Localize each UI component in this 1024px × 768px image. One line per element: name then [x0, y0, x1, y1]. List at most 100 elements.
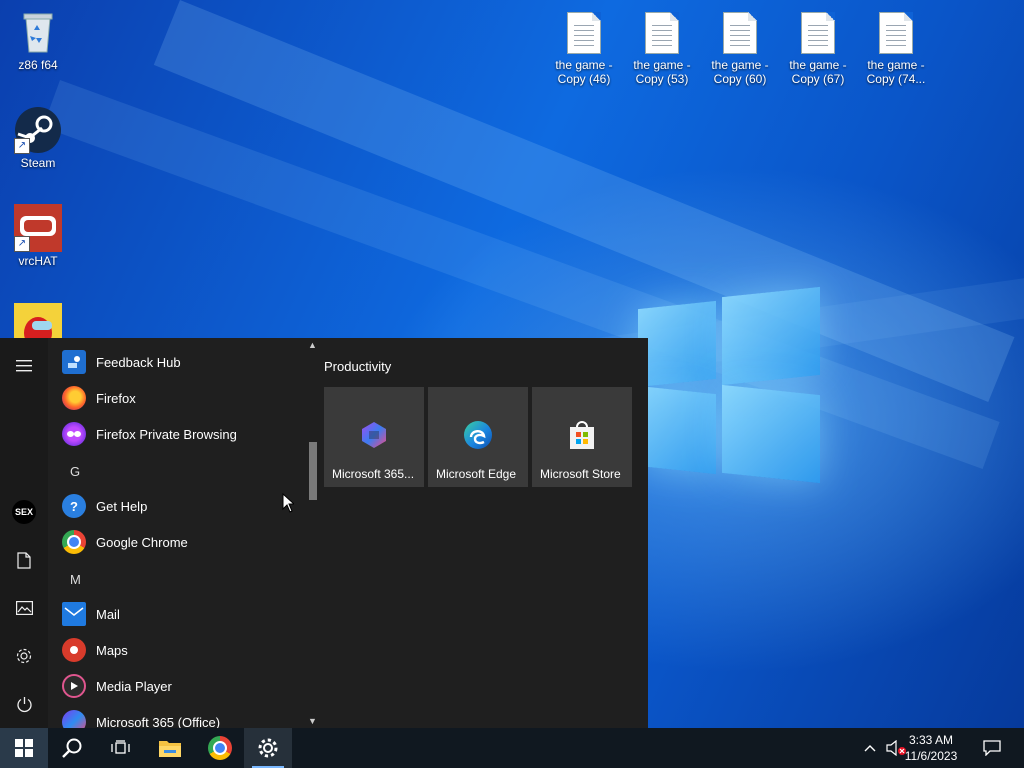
clock[interactable]: 3:33 AM 11/6/2023	[896, 732, 966, 764]
tile-label: Microsoft 365...	[332, 467, 415, 481]
search-icon	[62, 738, 82, 758]
shortcut-arrow-icon: ↗	[14, 236, 30, 252]
app-label: Feedback Hub	[96, 354, 181, 370]
text-file-icon	[645, 12, 679, 54]
store-icon	[566, 419, 598, 451]
clock-time: 3:33 AM	[908, 733, 954, 747]
desktop-icon-label: vrcHAT	[18, 254, 58, 268]
clock-date: 11/6/2023	[904, 749, 958, 763]
file-label-line1: the game -	[555, 58, 613, 72]
app-item-google-chrome[interactable]: Google Chrome	[62, 524, 302, 560]
app-list-scrollbar[interactable]: ▲ ▼	[306, 338, 320, 728]
text-file-icon	[801, 12, 835, 54]
app-item-get-help[interactable]: ? Get Help	[62, 488, 302, 524]
file-label-line2: Copy (53)	[635, 72, 689, 86]
user-account-button[interactable]: SEX	[0, 492, 48, 532]
show-hidden-icons-button[interactable]	[858, 728, 882, 768]
app-label: Google Chrome	[96, 534, 188, 550]
scroll-down-icon[interactable]: ▼	[308, 716, 317, 726]
file-explorer-button[interactable]	[146, 728, 194, 768]
section-letter-g[interactable]: G	[70, 464, 80, 479]
file-label-line1: the game -	[711, 58, 769, 72]
office-icon	[62, 710, 86, 728]
app-label: Mail	[96, 606, 120, 622]
text-file-icon	[879, 12, 913, 54]
get-help-icon: ?	[62, 494, 86, 518]
file-label-line1: the game -	[867, 58, 925, 72]
hamburger-icon	[16, 360, 32, 372]
folder-icon	[159, 741, 181, 757]
desktop-icon-steam[interactable]: ↗ Steam	[0, 106, 76, 170]
tile-microsoft-edge[interactable]: Microsoft Edge	[428, 387, 528, 487]
file-label-line2: Copy (60)	[713, 72, 767, 86]
power-icon	[16, 696, 32, 712]
app-label: Maps	[96, 642, 128, 658]
app-item-firefox-private[interactable]: Firefox Private Browsing	[62, 416, 302, 452]
expand-menu-button[interactable]	[0, 346, 48, 386]
section-letter-m[interactable]: M	[70, 572, 81, 587]
user-avatar: SEX	[12, 500, 36, 524]
media-player-icon	[62, 674, 86, 698]
settings-button[interactable]	[0, 636, 48, 676]
desktop-file[interactable]: the game - Copy (60)	[702, 8, 778, 86]
desktop-file[interactable]: the game - Copy (74...	[858, 8, 934, 86]
user-badge-text: SEX	[14, 507, 33, 517]
shortcut-arrow-icon: ↗	[14, 138, 30, 154]
file-label-line1: the game -	[633, 58, 691, 72]
chrome-icon	[208, 736, 232, 760]
taskbar: 3:33 AM 11/6/2023	[0, 728, 1024, 768]
recycle-bin-icon	[14, 8, 62, 56]
file-label-line2: Copy (46)	[557, 72, 611, 86]
search-button[interactable]	[48, 728, 96, 768]
app-list: Feedback Hub Firefox Firefox Private Bro…	[48, 338, 306, 728]
tile-microsoft-365[interactable]: Microsoft 365...	[324, 387, 424, 487]
desktop-icon-recycle-bin[interactable]: z86 f64	[0, 8, 76, 72]
scroll-thumb[interactable]	[309, 442, 317, 500]
task-view-icon	[111, 740, 130, 754]
file-label-line1: the game -	[789, 58, 847, 72]
task-view-button[interactable]	[96, 728, 144, 768]
notification-icon	[983, 740, 1001, 756]
vrchat-icon: ↗	[14, 204, 62, 252]
app-label: Firefox Private Browsing	[96, 426, 237, 442]
tile-group-title[interactable]: Productivity	[324, 359, 391, 374]
app-item-maps[interactable]: Maps	[62, 632, 302, 668]
desktop-file[interactable]: the game - Copy (53)	[624, 8, 700, 86]
gear-icon	[258, 738, 278, 758]
settings-taskbar-button[interactable]	[244, 728, 292, 768]
scroll-up-icon[interactable]: ▲	[308, 340, 317, 350]
desktop-file[interactable]: the game - Copy (67)	[780, 8, 856, 86]
documents-button[interactable]	[0, 540, 48, 580]
app-item-firefox[interactable]: Firefox	[62, 380, 302, 416]
edge-icon	[462, 419, 494, 451]
pictures-icon	[15, 601, 33, 615]
app-label: Get Help	[96, 498, 148, 514]
chevron-up-icon	[864, 745, 876, 752]
file-label-line2: Copy (74...	[866, 72, 926, 86]
app-item-media-player[interactable]: Media Player	[62, 668, 302, 704]
power-button[interactable]	[0, 684, 48, 724]
app-item-mail[interactable]: Mail	[62, 596, 302, 632]
steam-icon: ↗	[14, 106, 62, 154]
tile-label: Microsoft Store	[540, 467, 621, 481]
start-button[interactable]	[0, 728, 48, 768]
tile-label: Microsoft Edge	[436, 467, 517, 481]
start-left-rail: SEX	[0, 338, 48, 728]
maps-icon	[62, 638, 86, 662]
mouse-cursor	[282, 492, 296, 518]
desktop-file[interactable]: the game - Copy (46)	[546, 8, 622, 86]
app-item-feedback-hub[interactable]: Feedback Hub	[62, 344, 302, 380]
mail-icon	[62, 602, 86, 626]
desktop-icon-vrchat[interactable]: ↗ vrcHAT	[0, 204, 76, 268]
firefox-icon	[62, 386, 86, 410]
feedback-hub-icon	[62, 350, 86, 374]
action-center-button[interactable]	[968, 728, 1016, 768]
app-item-microsoft-365[interactable]: Microsoft 365 (Office)	[62, 704, 302, 728]
app-label: Firefox	[96, 390, 136, 406]
tile-microsoft-store[interactable]: Microsoft Store	[532, 387, 632, 487]
chrome-taskbar-button[interactable]	[196, 728, 244, 768]
desktop-icon-label: Steam	[20, 156, 56, 170]
pictures-button[interactable]	[0, 588, 48, 628]
desktop-icon-label: z86 f64	[18, 58, 58, 72]
firefox-private-icon	[62, 422, 86, 446]
